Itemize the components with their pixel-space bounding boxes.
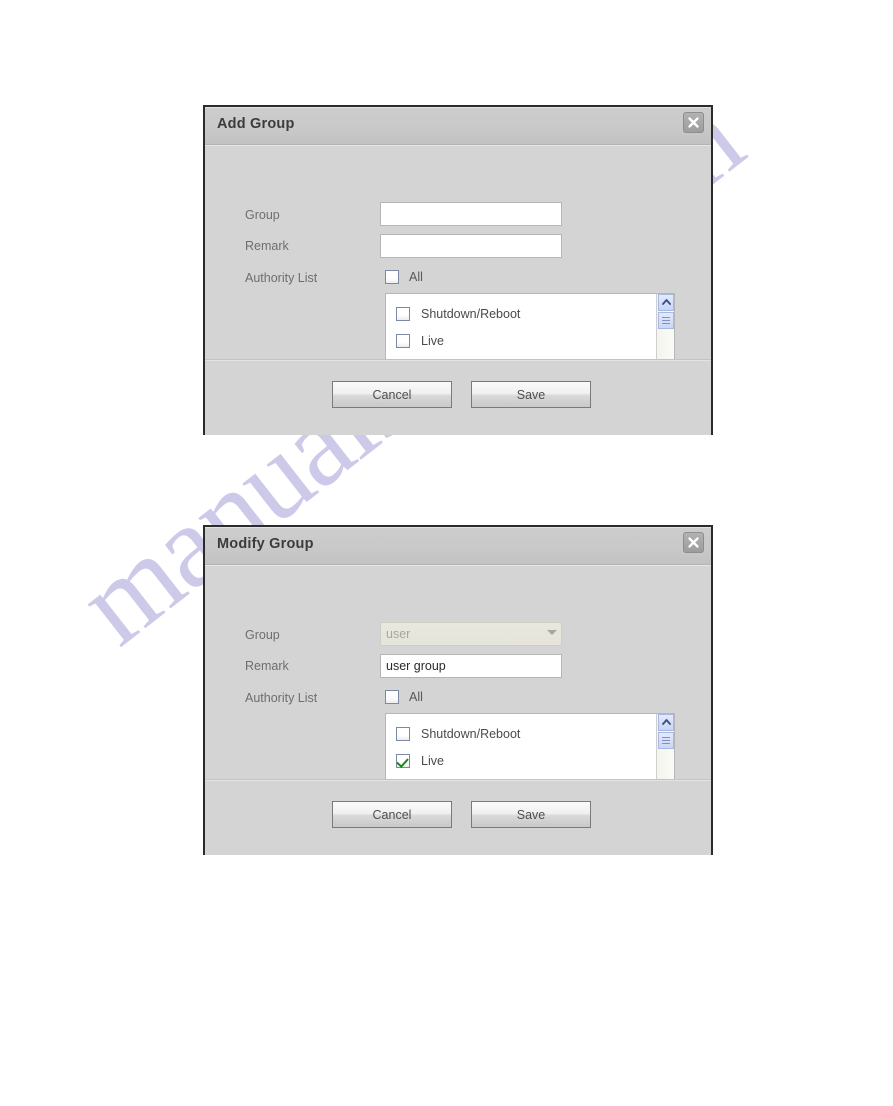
authority-list-label: Authority List: [245, 691, 318, 705]
dialog-footer: Cancel Save: [205, 359, 711, 435]
dialog-titlebar: Add Group: [205, 107, 711, 145]
authority-all-checkbox[interactable]: All: [385, 690, 423, 704]
list-item-label: Live: [421, 753, 444, 768]
thumb-grip-icon: [662, 737, 670, 744]
checkbox-icon: [396, 333, 410, 348]
cancel-button[interactable]: Cancel: [332, 801, 452, 828]
dialog-title: Add Group: [217, 116, 295, 132]
modify-group-dialog: Modify Group Group user Remark Authority…: [203, 525, 713, 855]
thumb-grip-icon: [662, 317, 670, 324]
group-label: Group: [245, 628, 280, 642]
scroll-up-icon[interactable]: [658, 294, 674, 311]
remark-input[interactable]: [380, 234, 562, 258]
list-item[interactable]: Live: [396, 327, 674, 354]
list-item-label: Shutdown/Reboot: [421, 726, 521, 741]
list-item-label: Shutdown/Reboot: [421, 306, 521, 321]
dialog-titlebar: Modify Group: [205, 527, 711, 565]
remark-input[interactable]: [380, 654, 562, 678]
group-input[interactable]: [380, 202, 562, 226]
checkbox-icon: [385, 270, 399, 284]
list-item[interactable]: Live: [396, 747, 674, 774]
list-item[interactable]: Shutdown/Reboot: [396, 720, 674, 747]
chevron-down-icon: [547, 630, 557, 635]
save-button[interactable]: Save: [471, 381, 591, 408]
close-icon[interactable]: [683, 532, 704, 553]
authority-all-checkbox[interactable]: All: [385, 270, 423, 284]
checkbox-icon: [385, 690, 399, 704]
save-button[interactable]: Save: [471, 801, 591, 828]
remark-label: Remark: [245, 659, 289, 673]
dialog-body: Group Remark Authority List All Shutdown…: [205, 145, 711, 396]
remark-label: Remark: [245, 239, 289, 253]
authority-all-label: All: [409, 270, 423, 284]
scrollbar-thumb[interactable]: [658, 732, 674, 749]
checkbox-checked-icon: [396, 753, 410, 768]
authority-list-label: Authority List: [245, 271, 318, 285]
close-icon[interactable]: [683, 112, 704, 133]
list-item-label: Live: [421, 333, 444, 348]
list-item[interactable]: Shutdown/Reboot: [396, 300, 674, 327]
add-group-dialog: Add Group Group Remark Authority List Al…: [203, 105, 713, 435]
group-select[interactable]: user: [380, 622, 562, 646]
dialog-body: Group user Remark Authority List All Shu…: [205, 565, 711, 816]
group-label: Group: [245, 208, 280, 222]
scroll-up-icon[interactable]: [658, 714, 674, 731]
checkbox-icon: [396, 306, 410, 321]
dialog-title: Modify Group: [217, 536, 314, 552]
cancel-button[interactable]: Cancel: [332, 381, 452, 408]
dialog-footer: Cancel Save: [205, 779, 711, 855]
checkbox-icon: [396, 726, 410, 741]
scrollbar-thumb[interactable]: [658, 312, 674, 329]
authority-all-label: All: [409, 690, 423, 704]
group-select-value: user: [386, 627, 411, 641]
